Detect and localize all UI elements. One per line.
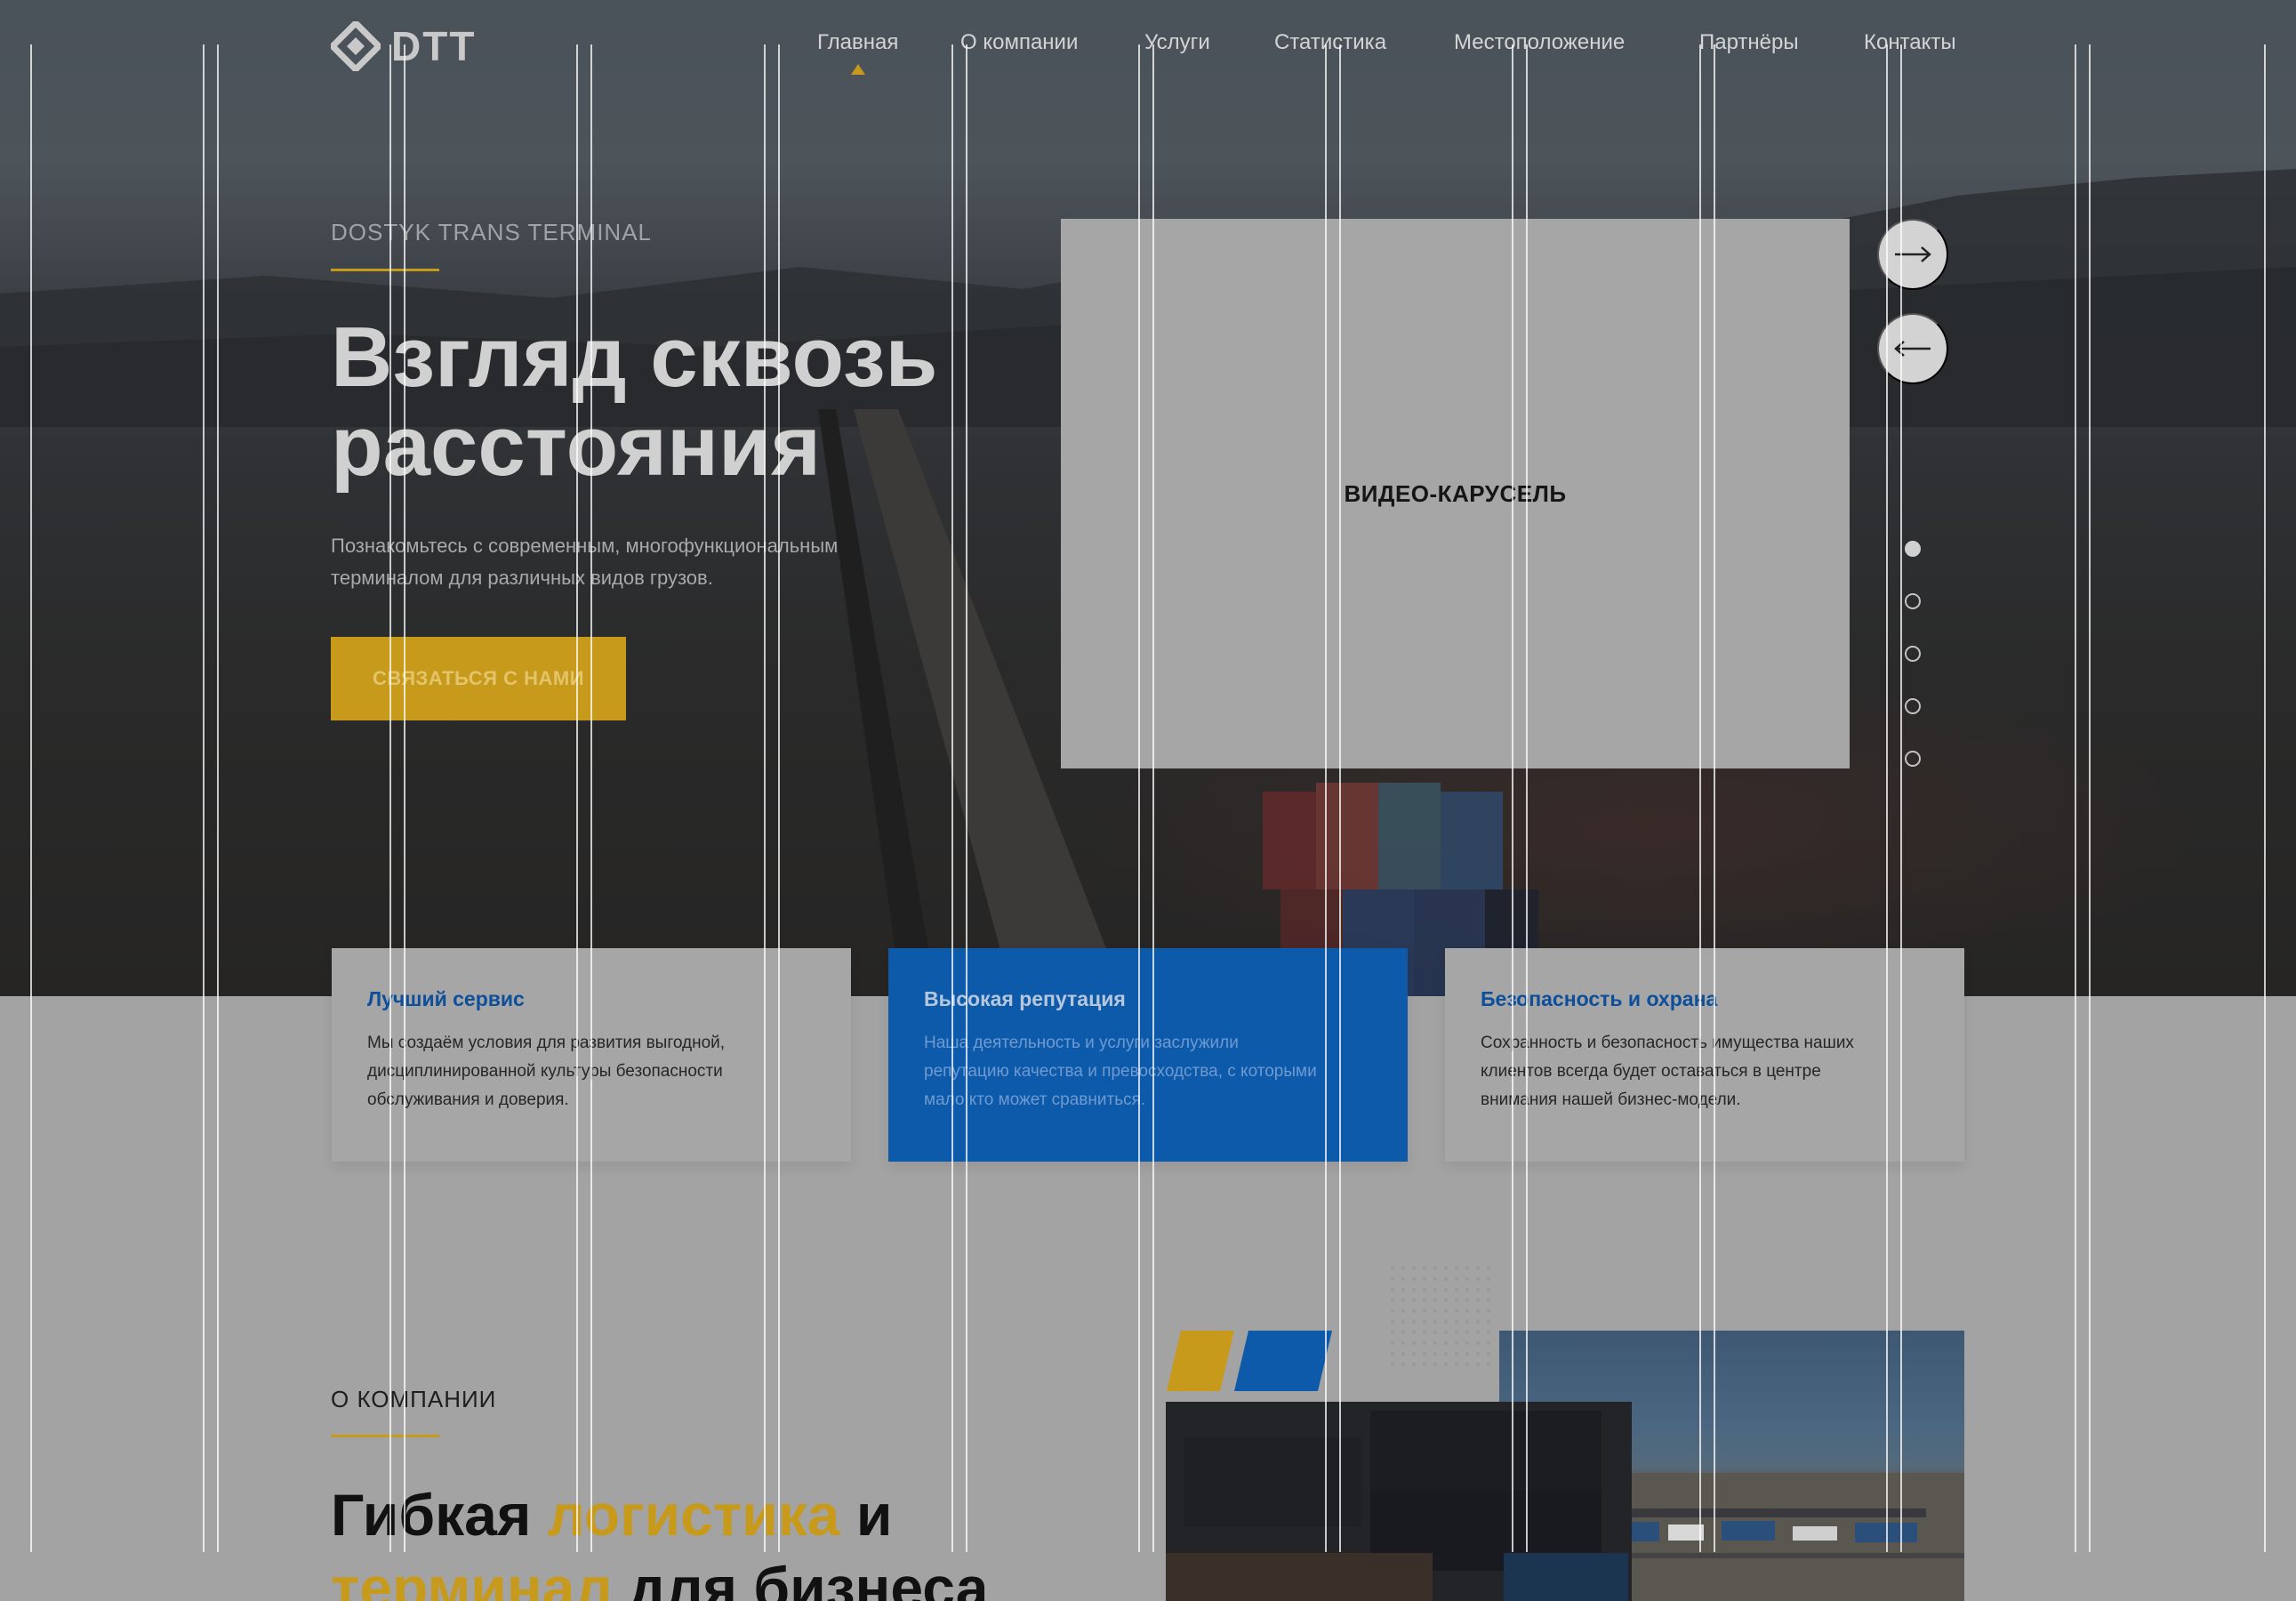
carousel-dot-4[interactable] bbox=[1905, 698, 1921, 714]
feature-card-line: Сохранность и безопасность имущества наш… bbox=[1481, 1034, 1854, 1052]
hero-subtitle-line-2: терминалом для различных видов грузов. bbox=[331, 567, 713, 589]
hero-kicker-underline bbox=[331, 269, 439, 271]
feature-card-line: репутацию качества и превосходства, с ко… bbox=[924, 1062, 1317, 1081]
about-title-highlight-terminal: терминал bbox=[331, 1555, 613, 1601]
feature-card-line: обслуживания и доверия. bbox=[367, 1090, 569, 1109]
decorative-dot-grid bbox=[1387, 1263, 1494, 1370]
arrow-left-icon bbox=[1894, 341, 1931, 357]
hero-subtitle-line-1: Познакомьтесь с современным, многофункци… bbox=[331, 535, 839, 557]
feature-card-line: клиентов всегда будет оставаться в центр… bbox=[1481, 1062, 1821, 1081]
decorative-yellow-parallelogram bbox=[1167, 1331, 1234, 1391]
nav-item-contacts[interactable]: Контакты bbox=[1864, 30, 1956, 55]
arrow-right-icon bbox=[1895, 246, 1931, 262]
feature-card-title: Высокая репутация bbox=[924, 987, 1126, 1010]
nav-item-partners[interactable]: Партнёры bbox=[1699, 30, 1799, 55]
carousel-dot-1[interactable] bbox=[1905, 541, 1921, 557]
video-carousel[interactable]: ВИДЕО-КАРУСЕЛЬ bbox=[1061, 219, 1850, 768]
about-kicker-underline bbox=[331, 1435, 439, 1437]
hero-title: Взгляд сквозь расстояния bbox=[331, 313, 1131, 491]
feature-card-title: Безопасность и охрана bbox=[1481, 987, 1718, 1010]
carousel-dot-3[interactable] bbox=[1905, 646, 1921, 662]
feature-card-text: Мы создаём условия для развития выгодной… bbox=[367, 1029, 815, 1114]
about-title: Гибкая логистика и терминал для бизнеса bbox=[331, 1478, 1220, 1601]
nav-item-services[interactable]: Услуги bbox=[1144, 30, 1210, 55]
hero-subtitle: Познакомьтесь с современным, многофункци… bbox=[331, 530, 900, 594]
feature-card-text: Наша деятельность и услуги заслужили реп… bbox=[924, 1029, 1372, 1114]
feature-card-safety-security: Безопасность и охрана Сохранность и безо… bbox=[1445, 948, 1964, 1162]
hero-title-line-1: Взгляд сквозь bbox=[331, 310, 938, 405]
carousel-pagination bbox=[1905, 541, 1921, 803]
carousel-dot-5[interactable] bbox=[1905, 751, 1921, 767]
about-title-highlight-logistics: логистика bbox=[547, 1482, 840, 1548]
feature-card-line: мало кто может сравниться. bbox=[924, 1090, 1146, 1109]
decorative-blue-parallelogram bbox=[1234, 1331, 1332, 1391]
feature-card-best-service: Лучший сервис Мы создаём условия для раз… bbox=[332, 948, 851, 1162]
about-kicker: О КОМПАНИИ bbox=[331, 1386, 497, 1412]
hero-kicker: DOSTYK TRANS TERMINAL bbox=[331, 219, 652, 245]
carousel-dot-2[interactable] bbox=[1905, 593, 1921, 609]
hero-title-line-2: расстояния bbox=[331, 398, 821, 494]
feature-card-line: дисциплинированной культуры безопасности bbox=[367, 1062, 723, 1081]
contact-us-button[interactable]: СВЯЗАТЬСЯ С НАМИ bbox=[331, 637, 626, 720]
feature-card-line: внимания нашей бизнес-модели. bbox=[1481, 1090, 1741, 1109]
main-navigation: Главная О компании Услуги Статистика Мес… bbox=[0, 30, 2296, 75]
feature-card-high-reputation: Высокая репутация Наша деятельность и ус… bbox=[888, 948, 1408, 1162]
nav-item-statistics[interactable]: Статистика bbox=[1274, 30, 1386, 55]
feature-card-line: Мы создаём условия для развития выгодной… bbox=[367, 1034, 726, 1052]
carousel-prev-button[interactable] bbox=[1877, 313, 1948, 384]
about-title-part-1: Гибкая bbox=[331, 1482, 548, 1548]
video-carousel-label: ВИДЕО-КАРУСЕЛЬ bbox=[1344, 479, 1567, 507]
about-title-part-3: для бизнеса bbox=[612, 1555, 989, 1601]
feature-card-title: Лучший сервис bbox=[367, 987, 525, 1010]
containers-photo bbox=[1166, 1402, 1632, 1601]
nav-item-home[interactable]: Главная bbox=[817, 30, 898, 75]
nav-item-location[interactable]: Местоположение bbox=[1454, 30, 1625, 55]
feature-card-line: Наша деятельность и услуги заслужили bbox=[924, 1034, 1239, 1052]
feature-card-text: Сохранность и безопасность имущества наш… bbox=[1481, 1029, 1929, 1114]
about-title-part-2: и bbox=[839, 1482, 893, 1548]
carousel-next-button[interactable] bbox=[1877, 219, 1948, 290]
nav-item-about[interactable]: О компании bbox=[960, 30, 1078, 55]
